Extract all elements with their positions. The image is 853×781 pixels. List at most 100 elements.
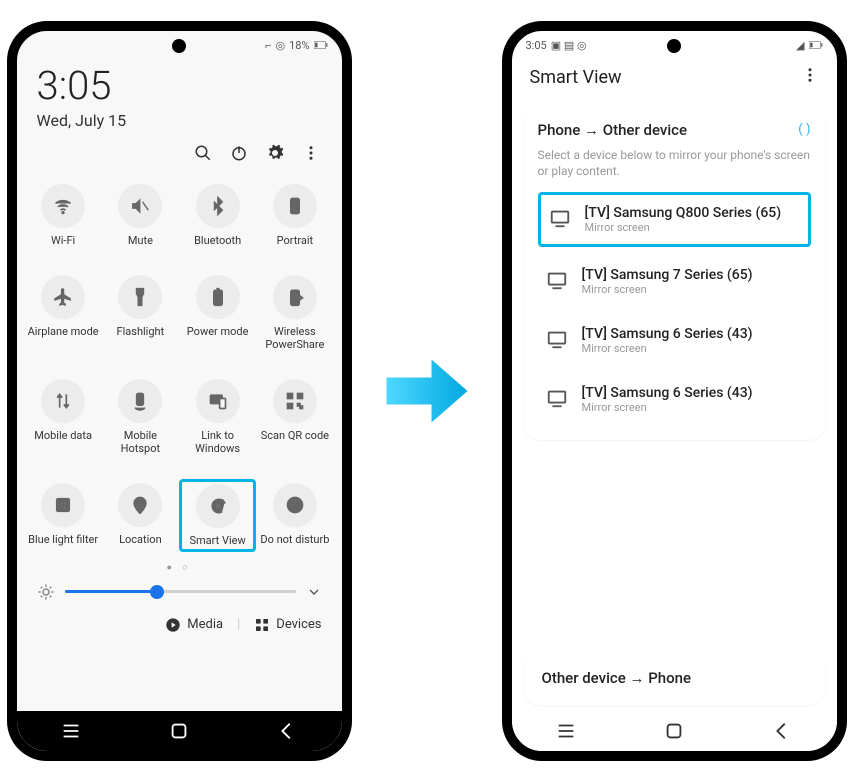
quick-settings-header-icons (17, 140, 342, 180)
brightness-track[interactable] (65, 590, 296, 593)
qs-tile-label: Airplane mode (28, 325, 99, 338)
devices-label: Devices (276, 617, 321, 632)
qs-tile-blue-light[interactable]: B Blue light filter (25, 479, 102, 552)
qs-tile-dnd[interactable]: Do not disturb (256, 479, 333, 552)
wireless-powershare-icon (273, 275, 317, 319)
separator: | (237, 617, 240, 632)
more-icon[interactable] (302, 144, 320, 166)
device-item[interactable]: [TV] Samsung 7 Series (65)Mirror screen (538, 257, 811, 306)
qs-tile-label: Power mode (187, 325, 249, 338)
device-name: [TV] Samsung 7 Series (65) (582, 267, 753, 283)
status-icons-left: ▣ ▤ ◎ (551, 39, 587, 52)
device-list: [TV] Samsung Q800 Series (65)Mirror scre… (538, 192, 811, 424)
power-icon (196, 275, 240, 319)
tv-icon (546, 269, 568, 295)
mobile-data-icon (41, 379, 85, 423)
battery-text: 18% (289, 39, 309, 52)
media-button[interactable]: Media (165, 617, 223, 633)
vibrate-icon: ⌐ (265, 39, 271, 52)
qs-tile-wifi[interactable]: Wi-Fi (25, 180, 102, 251)
status-time: 3:05 (526, 39, 547, 52)
arrow-right (382, 346, 472, 436)
more-icon[interactable] (801, 66, 819, 89)
phone-right-smart-view: 3:05 ▣ ▤ ◎ ◢ Smart View Phone → Other de… (502, 21, 847, 761)
qs-tile-label: Wi-Fi (51, 234, 75, 247)
bluetooth-icon (196, 184, 240, 228)
nav-home-icon[interactable] (663, 720, 685, 742)
qs-tile-label: Mute (128, 234, 153, 247)
qs-tile-mute[interactable]: Mute (102, 180, 179, 251)
qs-tile-label: Do not disturb (260, 533, 329, 546)
qs-tile-label: Portrait (277, 234, 314, 247)
camera-notch (172, 39, 186, 53)
nav-home-icon[interactable] (168, 720, 190, 742)
media-label: Media (187, 617, 223, 632)
device-sub: Mirror screen (582, 283, 753, 296)
qs-tile-smart-view[interactable]: Smart View (179, 479, 256, 552)
qs-tile-portrait[interactable]: Portrait (256, 180, 333, 251)
qs-tile-bluetooth[interactable]: Bluetooth (179, 180, 256, 251)
blue-light-icon: B (41, 483, 85, 527)
svg-text:B: B (60, 501, 66, 512)
qs-tile-label: Link to Windows (181, 429, 254, 455)
device-sub: Mirror screen (582, 401, 753, 414)
qs-tile-label: Blue light filter (28, 533, 98, 546)
qs-tile-label: Flashlight (117, 325, 165, 338)
qs-tile-scan-qr[interactable]: Scan QR code (256, 375, 333, 459)
device-item[interactable]: [TV] Samsung Q800 Series (65)Mirror scre… (538, 192, 811, 247)
search-icon[interactable] (194, 144, 212, 166)
qs-tile-label: Mobile Hotspot (104, 429, 177, 455)
flashlight-icon (118, 275, 162, 319)
device-to-phone-card[interactable]: Other device → Phone (524, 650, 825, 705)
device-sub: Mirror screen (585, 221, 782, 234)
loading-icon: ( ) (798, 122, 810, 137)
smart-view-icon (196, 484, 240, 528)
gear-icon[interactable] (266, 144, 284, 166)
power-icon[interactable] (230, 144, 248, 166)
devices-button[interactable]: Devices (254, 617, 321, 633)
qs-tile-link-to-windows[interactable]: Link to Windows (179, 375, 256, 459)
location-icon (118, 483, 162, 527)
device-item[interactable]: [TV] Samsung 6 Series (43)Mirror screen (538, 316, 811, 365)
clock-time: 3:05 (37, 62, 322, 109)
dnd-icon (273, 483, 317, 527)
signal-icon: ◎ (275, 39, 285, 52)
qs-tile-power[interactable]: Power mode (179, 271, 256, 355)
nav-back-icon[interactable] (771, 720, 793, 742)
device-name: [TV] Samsung Q800 Series (65) (585, 205, 782, 221)
scan-qr-icon (273, 379, 317, 423)
brightness-slider[interactable] (17, 579, 342, 611)
navigation-bar (17, 711, 342, 751)
qs-tile-wireless-powershare[interactable]: Wireless PowerShare (256, 271, 333, 355)
qs-tile-label: Smart View (189, 534, 245, 547)
mobile-hotspot-icon (118, 379, 162, 423)
qs-tile-label: Wireless PowerShare (258, 325, 331, 351)
qs-tile-flashlight[interactable]: Flashlight (102, 271, 179, 355)
nav-recent-icon[interactable] (555, 720, 577, 742)
qs-tile-label: Scan QR code (261, 429, 329, 442)
mute-icon (118, 184, 162, 228)
device-name: [TV] Samsung 6 Series (43) (582, 385, 753, 401)
link-to-windows-icon (196, 379, 240, 423)
page-dots: ● ○ (17, 552, 342, 579)
nav-recent-icon[interactable] (60, 720, 82, 742)
quick-settings-grid: Wi-Fi Mute Bluetooth Portrait Airplane mode F… (17, 180, 342, 552)
tv-icon (549, 207, 571, 233)
nav-back-icon[interactable] (276, 720, 298, 742)
device-item[interactable]: [TV] Samsung 6 Series (43)Mirror screen (538, 375, 811, 424)
qs-tile-mobile-hotspot[interactable]: Mobile Hotspot (102, 375, 179, 459)
chevron-down-icon[interactable] (306, 584, 322, 600)
smart-view-body: Phone → Other device ( ) Select a device… (512, 99, 837, 711)
tv-icon (546, 328, 568, 354)
qs-tile-airplane[interactable]: Airplane mode (25, 271, 102, 355)
qs-tile-location[interactable]: Location (102, 479, 179, 552)
battery-icon (314, 40, 328, 50)
tv-icon (546, 387, 568, 413)
camera-notch (667, 39, 681, 53)
phone-to-device-card: Phone → Other device ( ) Select a device… (524, 105, 825, 441)
clock-date: Wed, July 15 (37, 111, 322, 130)
phone-left-quick-settings: ⌐ ◎ 18% 3:05 Wed, July 15 Wi-Fi Mute Bluet… (7, 21, 352, 761)
smart-view-header: Smart View (512, 52, 837, 99)
qs-tile-mobile-data[interactable]: Mobile data (25, 375, 102, 459)
clock-block: 3:05 Wed, July 15 (17, 52, 342, 140)
